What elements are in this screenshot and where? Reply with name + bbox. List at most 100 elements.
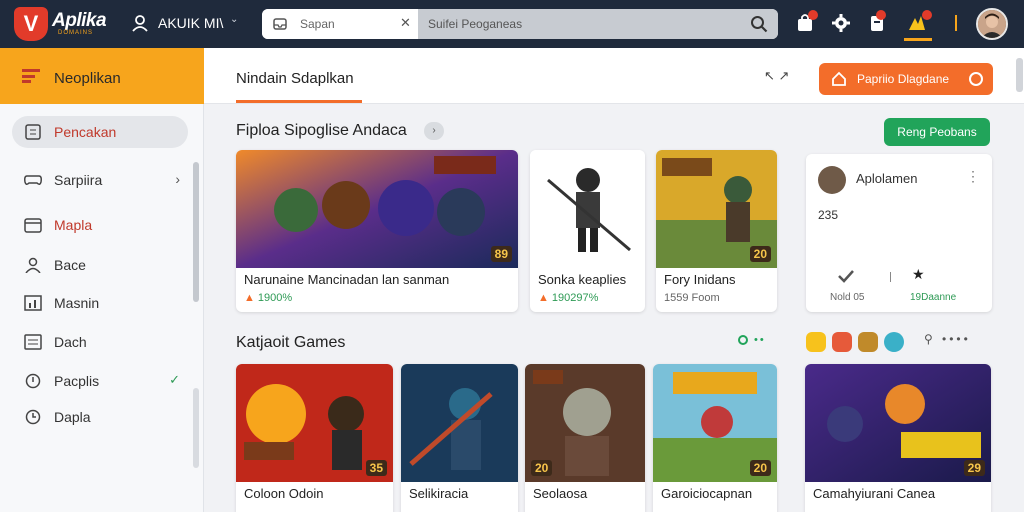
- notification-badge: [922, 10, 932, 20]
- primary-action-button[interactable]: Papriio Dlagdane: [819, 63, 993, 95]
- sidebar-item-masnin[interactable]: Masnin: [12, 287, 188, 319]
- emoji-icon[interactable]: [884, 332, 904, 352]
- primary-action-label: Papriio Dlagdane: [857, 72, 950, 86]
- game-card[interactable]: 20 Garoiciocapnan: [653, 364, 777, 512]
- search-bar[interactable]: Sapan ✕ Suifei Peoganeas: [262, 9, 778, 39]
- brand-name: Aplika: [52, 10, 107, 31]
- sidebar-item-label: Dapla: [54, 409, 91, 425]
- brand-tagline: DOMAINS: [58, 30, 94, 36]
- sidebar: Neoplikan Pencakan Sarpiira › Mapla Bace…: [0, 48, 204, 512]
- section-info-icon[interactable]: ›: [424, 122, 444, 140]
- avatar-image: [978, 10, 1006, 38]
- game-art: [401, 364, 518, 482]
- search-scope-label: Sapan: [300, 17, 335, 31]
- sidebar-item-mapla[interactable]: Mapla: [12, 209, 188, 241]
- sidebar-item-label: Pencakan: [54, 124, 117, 140]
- share-icon[interactable]: ↖ ↗: [764, 68, 789, 84]
- game-title: Seolaosa: [533, 486, 588, 501]
- trophy-icon: ★: [912, 266, 925, 282]
- emoji-icon[interactable]: [832, 332, 852, 352]
- app-logo[interactable]: V: [14, 7, 48, 41]
- list-icon: [24, 334, 42, 350]
- avatar[interactable]: [976, 8, 1008, 40]
- top-navigation-bar: V Aplika DOMAINS AKUIK MI\ ⌄ Sapan ✕ Sui…: [0, 0, 1024, 48]
- rating-badge: 20: [749, 460, 771, 476]
- game-title: Camahyiurani Canea: [813, 486, 936, 501]
- sidebar-scrollbar-track[interactable]: [193, 388, 199, 468]
- game-card[interactable]: Selikiracia: [401, 364, 518, 512]
- game-title: Narunaine Mancinadan lan sanman: [244, 272, 450, 287]
- divider: [955, 15, 957, 31]
- document-icon: [25, 124, 41, 140]
- notification-badge: [808, 10, 818, 20]
- sidebar-item-bace[interactable]: Bace: [12, 249, 188, 281]
- sidebar-header-label: Neoplikan: [54, 70, 121, 87]
- sidebar-header[interactable]: Neoplikan: [0, 48, 204, 104]
- sidebar-item-label: Mapla: [54, 217, 93, 233]
- game-card[interactable]: 20 Seolaosa: [525, 364, 645, 512]
- chevron-right-icon: ›: [175, 171, 180, 187]
- notification-badge: [876, 10, 886, 20]
- section-action-button[interactable]: Reng Peobans: [884, 118, 990, 146]
- game-title: Fory Inidans: [664, 272, 736, 287]
- gamepad-icon: [24, 175, 42, 186]
- checkmark-icon: [838, 270, 854, 283]
- profile-stat: Nold 05: [830, 292, 865, 303]
- sidebar-item-pencakan[interactable]: Pencakan: [12, 116, 188, 148]
- refresh-icon: [969, 72, 983, 86]
- game-title: Garoiciocapnan: [661, 486, 753, 501]
- game-card[interactable]: 20 Fory Inidans 1559 Foom: [656, 150, 777, 312]
- game-meta-value: 190297%: [551, 292, 599, 304]
- game-card[interactable]: 29 Camahyiurani Canea: [805, 364, 991, 512]
- emoji-icon[interactable]: [806, 332, 826, 352]
- home-icon: [832, 71, 846, 86]
- profile-card[interactable]: Aplolamen ⋮ 235 Nold 05 ★ 19Daanne: [806, 154, 992, 312]
- sidebar-scrollbar[interactable]: [193, 162, 199, 302]
- profile-count: 235: [818, 208, 839, 222]
- user-icon: [132, 15, 148, 32]
- search-scope[interactable]: Sapan ✕: [262, 9, 418, 39]
- account-name[interactable]: AKUIK MI\: [158, 15, 223, 31]
- sidebar-item-dapla[interactable]: Dapla: [12, 401, 188, 433]
- status-icon: [738, 335, 748, 345]
- clear-icon[interactable]: ✕: [400, 15, 411, 31]
- sidebar-item-pacplis[interactable]: Pacplis ✓: [12, 365, 188, 397]
- tab-active[interactable]: Nindain Sdaplkan: [236, 70, 354, 87]
- sidebar-item-dach[interactable]: Dach: [12, 326, 188, 358]
- list-icon: [22, 69, 40, 83]
- divider: [890, 272, 891, 282]
- search-icon[interactable]: [750, 15, 768, 33]
- sidebar-item-label: Masnin: [54, 295, 100, 311]
- search-icon[interactable]: ⚲: [924, 332, 933, 346]
- more-options-icon[interactable]: ⋮: [966, 168, 980, 185]
- more-options-icon[interactable]: ••••: [942, 332, 971, 346]
- game-meta: ▲ 1900%: [244, 292, 292, 304]
- game-art: [530, 150, 645, 268]
- main-scrollbar[interactable]: [1016, 58, 1023, 92]
- shield-icon: [25, 373, 41, 389]
- check-icon: ✓: [169, 372, 180, 387]
- sidebar-item-label: Sarpiira: [54, 172, 103, 188]
- game-title: Selikiracia: [409, 486, 469, 501]
- chart-icon: [24, 295, 42, 311]
- game-card[interactable]: 35 Coloon Odoin: [236, 364, 393, 512]
- rating-badge: 20: [749, 246, 771, 262]
- game-meta: 1559 Foom: [664, 292, 720, 304]
- section-toolbar: •• ⚲ ••••: [738, 332, 994, 354]
- search-input[interactable]: Suifei Peoganeas: [418, 9, 778, 39]
- clock-icon: [25, 409, 41, 425]
- inbox-icon: [273, 18, 287, 30]
- gear-icon[interactable]: [830, 12, 852, 34]
- avatar[interactable]: [818, 166, 846, 194]
- section-title: Katjaoit Games: [236, 334, 346, 351]
- emoji-icon[interactable]: [858, 332, 878, 352]
- game-title: Coloon Odoin: [244, 486, 324, 501]
- game-card[interactable]: 89 Narunaine Mancinadan lan sanman ▲ 1900…: [236, 150, 518, 312]
- sidebar-item-sarpiira[interactable]: Sarpiira ›: [12, 164, 188, 196]
- rating-badge: 35: [365, 460, 387, 476]
- game-meta: ▲ 190297%: [538, 292, 598, 304]
- active-indicator: [904, 38, 932, 41]
- game-card[interactable]: Sonka keaplies ▲ 190297%: [530, 150, 645, 312]
- chevron-down-icon[interactable]: ⌄: [230, 14, 238, 25]
- rating-badge: 89: [490, 246, 512, 262]
